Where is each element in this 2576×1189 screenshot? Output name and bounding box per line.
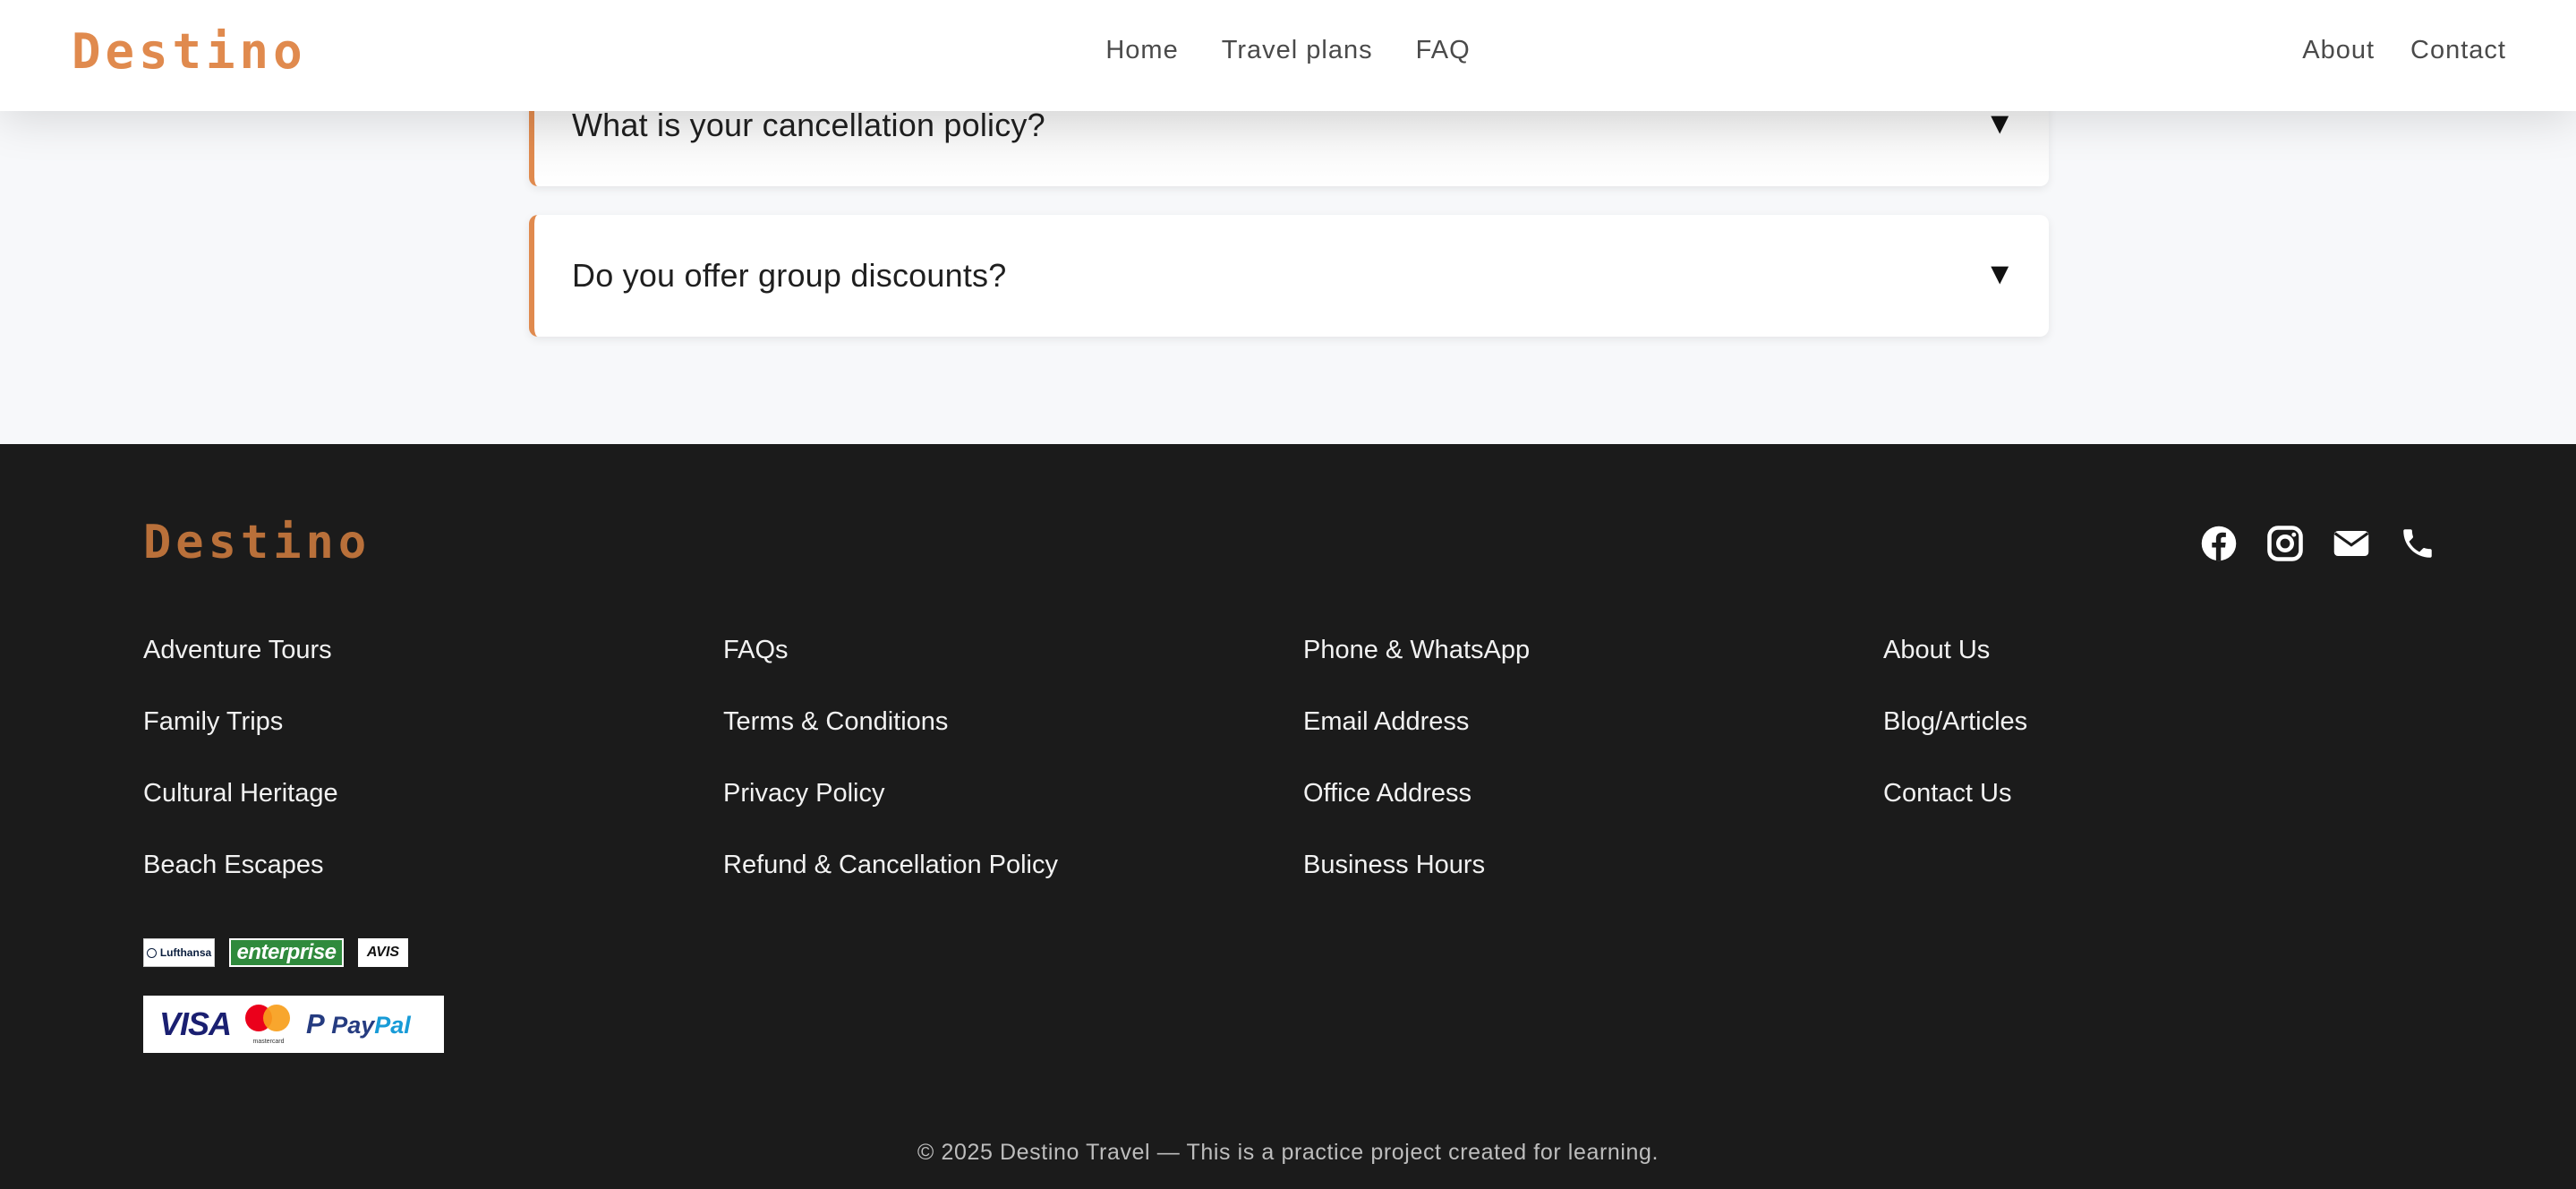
footer-column-contact-info: Phone & WhatsApp Email Address Office Ad…	[1303, 632, 1530, 919]
phone-icon[interactable]	[2399, 525, 2436, 562]
facebook-icon[interactable]	[2200, 525, 2238, 562]
copyright-text: © 2025 Destino Travel — This is a practi…	[917, 1140, 1659, 1165]
chevron-down-icon[interactable]: ▼	[1984, 257, 2015, 292]
enterprise-logo: enterprise	[229, 938, 344, 967]
payment-methods: VISA mastercard P PayPal	[143, 996, 444, 1053]
chevron-down-icon[interactable]: ▼	[1984, 107, 2015, 141]
secondary-nav: About Contact	[2302, 36, 2506, 65]
site-header: Destino Home Travel plans FAQ About Cont…	[0, 0, 2576, 111]
mastercard-logo: mastercard	[243, 1005, 294, 1045]
footer-link[interactable]: Office Address	[1303, 775, 1530, 811]
footer-column-tours: Adventure Tours Family Trips Cultural He…	[143, 632, 338, 919]
footer-column-company: About Us Blog/Articles Contact Us	[1883, 632, 2027, 847]
site-footer: Destino Adventure Tours Family Trips Cul…	[0, 444, 2576, 1189]
avis-logo: AVIS	[358, 938, 408, 967]
nav-faq-link[interactable]: FAQ	[1416, 36, 1471, 65]
lufthansa-logo-text: Lufthansa	[159, 946, 212, 959]
footer-link[interactable]: Email Address	[1303, 704, 1530, 740]
footer-link[interactable]: Phone & WhatsApp	[1303, 632, 1530, 668]
footer-link[interactable]: About Us	[1883, 632, 2027, 668]
footer-link[interactable]: Contact Us	[1883, 775, 2027, 811]
visa-logo: VISA	[159, 1005, 232, 1042]
footer-link[interactable]: FAQs	[723, 632, 1058, 668]
envelope-icon[interactable]	[2333, 525, 2370, 562]
footer-link[interactable]: Blog/Articles	[1883, 704, 2027, 740]
partner-logos: Lufthansa enterprise AVIS	[143, 938, 408, 967]
footer-link[interactable]: Beach Escapes	[143, 847, 338, 883]
nav-home-link[interactable]: Home	[1105, 36, 1178, 65]
main-nav: Home Travel plans FAQ	[0, 36, 2576, 65]
footer-link[interactable]: Terms & Conditions	[723, 704, 1058, 740]
footer-link[interactable]: Business Hours	[1303, 847, 1530, 883]
nav-contact-link[interactable]: Contact	[2410, 36, 2506, 65]
nav-travel-plans-link[interactable]: Travel plans	[1222, 36, 1373, 65]
nav-about-link[interactable]: About	[2302, 36, 2375, 65]
footer-link[interactable]: Adventure Tours	[143, 632, 338, 668]
paypal-pal-text: Pal	[374, 1012, 411, 1039]
paypal-pay-text: Pay	[331, 1012, 375, 1039]
footer-link[interactable]: Family Trips	[143, 704, 338, 740]
instagram-icon[interactable]	[2266, 525, 2304, 562]
faq-question: Do you offer group discounts?	[572, 257, 1007, 294]
brand-logo[interactable]: Destino	[72, 23, 307, 80]
paypal-icon: P	[306, 1008, 325, 1039]
footer-link[interactable]: Privacy Policy	[723, 775, 1058, 811]
paypal-logo: P PayPal	[306, 1008, 411, 1040]
faq-question: What is your cancellation policy?	[572, 107, 1045, 143]
footer-link[interactable]: Refund & Cancellation Policy	[723, 847, 1058, 883]
footer-column-help: FAQs Terms & Conditions Privacy Policy R…	[723, 632, 1058, 919]
footer-brand-logo[interactable]: Destino	[143, 516, 371, 569]
footer-link[interactable]: Cultural Heritage	[143, 775, 338, 811]
lufthansa-logo: Lufthansa	[143, 938, 215, 967]
lufthansa-crane-icon	[146, 947, 157, 958]
faq-item-group-discounts[interactable]: Do you offer group discounts? ▼	[529, 215, 2049, 337]
mastercard-logo-text: mastercard	[252, 1039, 285, 1045]
social-links	[2200, 525, 2436, 562]
